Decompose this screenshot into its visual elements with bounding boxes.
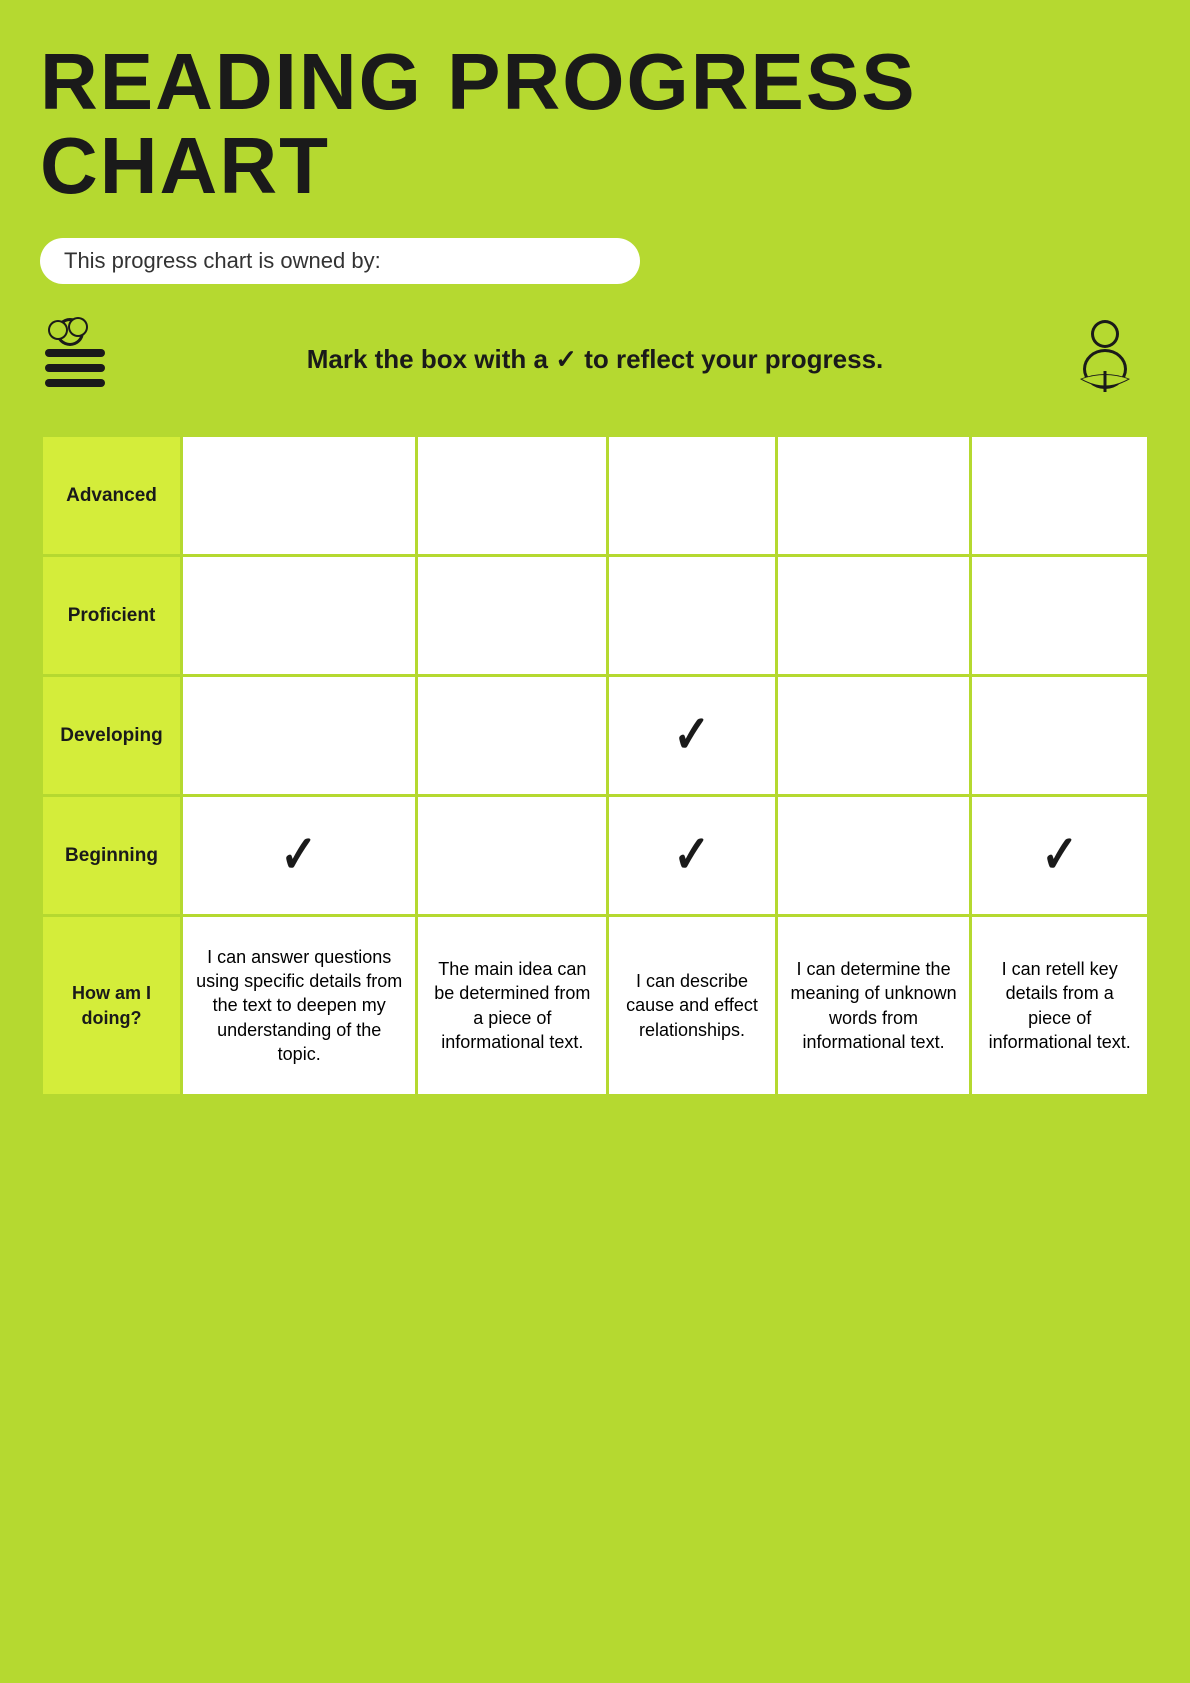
cell-proficient-2[interactable] xyxy=(417,556,608,676)
cell-proficient-1[interactable] xyxy=(182,556,417,676)
cell-proficient-3[interactable] xyxy=(608,556,776,676)
cell-advanced-3[interactable] xyxy=(608,436,776,556)
row-label-advanced: Advanced xyxy=(42,436,182,556)
table-row: Proficient xyxy=(42,556,1149,676)
instruction-text: Mark the box with a ✓ to reflect your pr… xyxy=(307,344,884,374)
page-title: READING PROGRESS CHART xyxy=(40,40,1150,208)
cell-advanced-5[interactable] xyxy=(971,436,1149,556)
cell-developing-4[interactable] xyxy=(776,676,971,796)
checkmark-beginning-3: ✓ xyxy=(673,820,710,890)
row-label-how: How am I doing? xyxy=(42,916,182,1096)
table-row: Beginning ✓ ✓ ✓ xyxy=(42,796,1149,916)
cell-proficient-5[interactable] xyxy=(971,556,1149,676)
descriptor-3: I can describe cause and effect relation… xyxy=(608,916,776,1096)
progress-table: Advanced Proficient Developing ✓ xyxy=(40,434,1150,1097)
reader-icon xyxy=(1040,314,1150,404)
cell-beginning-4[interactable] xyxy=(776,796,971,916)
table-row-how: How am I doing? I can answer questions u… xyxy=(42,916,1149,1096)
descriptor-5: I can retell key details from a piece of… xyxy=(971,916,1149,1096)
row-label-proficient: Proficient xyxy=(42,556,182,676)
cell-beginning-1[interactable]: ✓ xyxy=(182,796,417,916)
cell-beginning-2[interactable] xyxy=(417,796,608,916)
table-row: Developing ✓ xyxy=(42,676,1149,796)
cell-developing-2[interactable] xyxy=(417,676,608,796)
checkmark-developing-3: ✓ xyxy=(673,700,710,770)
descriptor-2: The main idea can be determined from a p… xyxy=(417,916,608,1096)
cell-beginning-5[interactable]: ✓ xyxy=(971,796,1149,916)
owner-bar: This progress chart is owned by: xyxy=(40,238,640,284)
cell-advanced-2[interactable] xyxy=(417,436,608,556)
checkmark-beginning-1: ✓ xyxy=(281,820,318,890)
teacher-icon xyxy=(40,314,150,404)
instruction-row: Mark the box with a ✓ to reflect your pr… xyxy=(40,314,1150,404)
descriptor-4: I can determine the meaning of unknown w… xyxy=(776,916,971,1096)
cell-developing-1[interactable] xyxy=(182,676,417,796)
descriptor-1: I can answer questions using specific de… xyxy=(182,916,417,1096)
instruction-center: Mark the box with a ✓ to reflect your pr… xyxy=(150,344,1040,375)
cell-developing-5[interactable] xyxy=(971,676,1149,796)
cell-advanced-1[interactable] xyxy=(182,436,417,556)
cell-proficient-4[interactable] xyxy=(776,556,971,676)
checkmark-beginning-5: ✓ xyxy=(1041,820,1078,890)
table-row: Advanced xyxy=(42,436,1149,556)
cell-beginning-3[interactable]: ✓ xyxy=(608,796,776,916)
row-label-beginning: Beginning xyxy=(42,796,182,916)
row-label-developing: Developing xyxy=(42,676,182,796)
cell-developing-3[interactable]: ✓ xyxy=(608,676,776,796)
cell-advanced-4[interactable] xyxy=(776,436,971,556)
